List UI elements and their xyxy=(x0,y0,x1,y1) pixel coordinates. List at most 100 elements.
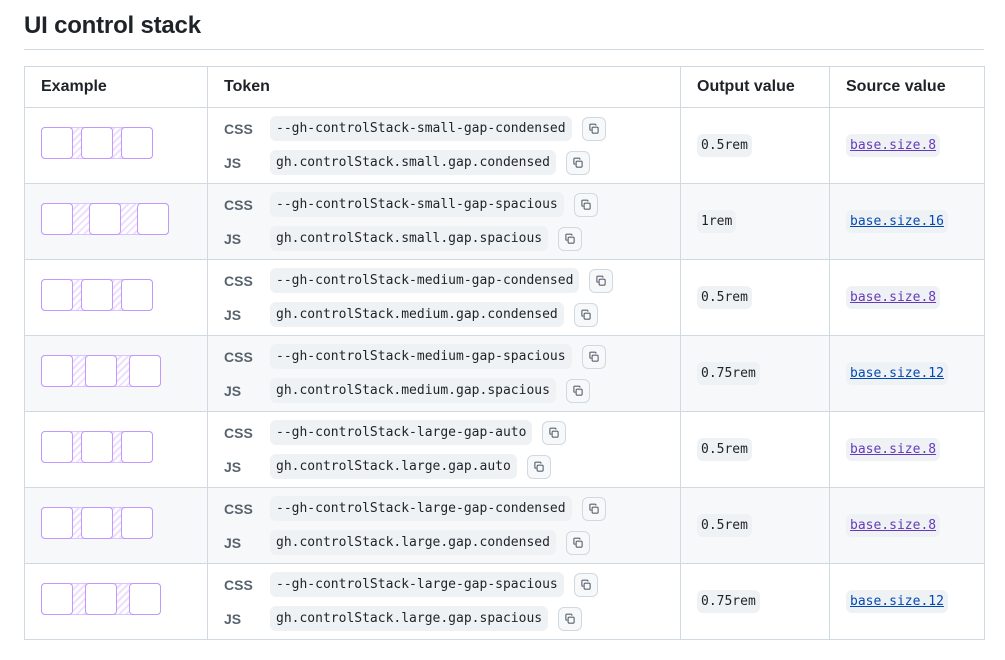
copy-css-button[interactable] xyxy=(589,268,614,293)
js-label: JS xyxy=(224,382,242,399)
source-value-link[interactable]: base.size.8 xyxy=(846,134,941,157)
js-token-name: gh.controlStack.small.gap.condensed xyxy=(270,150,556,175)
table-row: CSS --gh-controlStack-medium-gap-condens… xyxy=(24,259,985,336)
copy-js-button[interactable] xyxy=(565,378,590,403)
example-cell xyxy=(24,183,208,260)
copy-css-button[interactable] xyxy=(581,496,606,521)
copy-icon xyxy=(573,157,583,168)
css-token-name: --gh-controlStack-small-gap-spacious xyxy=(270,192,564,217)
source-value-link[interactable]: base.size.16 xyxy=(846,210,948,233)
output-value-cell: 0.5rem xyxy=(680,487,830,564)
table-row: CSS --gh-controlStack-small-gap-spacious… xyxy=(24,183,985,260)
output-value: 0.5rem xyxy=(697,514,752,537)
js-token-name: gh.controlStack.large.gap.auto xyxy=(270,454,517,479)
example-cell xyxy=(24,335,208,412)
copy-icon xyxy=(534,461,544,472)
js-token-line: JS gh.controlStack.small.gap.spacious xyxy=(224,222,664,256)
token-cell: CSS --gh-controlStack-medium-gap-spaciou… xyxy=(207,335,681,412)
source-value-link[interactable]: base.size.8 xyxy=(846,286,941,309)
css-token-line: CSS --gh-controlStack-large-gap-condense… xyxy=(224,492,664,526)
example-cell xyxy=(24,563,208,640)
source-value-link[interactable]: base.size.12 xyxy=(846,590,948,613)
table-row: CSS --gh-controlStack-medium-gap-spaciou… xyxy=(24,335,985,412)
css-token-line: CSS --gh-controlStack-small-gap-condense… xyxy=(224,112,664,146)
source-value-cell: base.size.12 xyxy=(829,563,985,640)
output-value-cell: 1rem xyxy=(680,183,830,260)
css-token-line: CSS --gh-controlStack-small-gap-spacious xyxy=(224,188,664,222)
title-divider xyxy=(24,49,984,50)
copy-js-button[interactable] xyxy=(558,606,583,631)
source-value-link[interactable]: base.size.8 xyxy=(846,514,941,537)
copy-icon xyxy=(573,385,583,396)
css-token-name: --gh-controlStack-large-gap-condensed xyxy=(270,496,572,521)
copy-css-button[interactable] xyxy=(573,572,598,597)
example-cell xyxy=(24,259,208,336)
css-token-name: --gh-controlStack-medium-gap-condensed xyxy=(270,268,580,293)
output-value-cell: 0.75rem xyxy=(680,335,830,412)
token-cell: CSS --gh-controlStack-large-gap-condense… xyxy=(207,487,681,564)
header-output-value: Output value xyxy=(680,66,830,108)
header-token: Token xyxy=(207,66,681,108)
css-token-name: --gh-controlStack-large-gap-spacious xyxy=(270,572,564,597)
css-token-name: --gh-controlStack-medium-gap-spacious xyxy=(270,344,572,369)
copy-js-button[interactable] xyxy=(565,150,590,175)
stack-item xyxy=(41,127,73,159)
js-token-name: gh.controlStack.small.gap.spacious xyxy=(270,226,549,251)
output-value-cell: 0.5rem xyxy=(680,107,830,184)
js-token-name: gh.controlStack.large.gap.spacious xyxy=(270,606,549,631)
table-row: CSS --gh-controlStack-large-gap-auto JS … xyxy=(24,411,985,488)
stack-item xyxy=(121,431,153,463)
copy-icon xyxy=(581,199,591,210)
token-cell: CSS --gh-controlStack-small-gap-spacious… xyxy=(207,183,681,260)
control-stack-example xyxy=(41,279,153,311)
source-value-cell: base.size.12 xyxy=(829,335,985,412)
css-label: CSS xyxy=(224,348,253,365)
stack-item xyxy=(41,431,73,463)
copy-icon xyxy=(581,579,591,590)
copy-js-button[interactable] xyxy=(526,454,551,479)
css-token-name: --gh-controlStack-large-gap-auto xyxy=(270,420,533,445)
source-value-cell: base.size.8 xyxy=(829,107,985,184)
js-token-line: JS gh.controlStack.small.gap.condensed xyxy=(224,146,664,180)
table-row: CSS --gh-controlStack-large-gap-spacious… xyxy=(24,563,985,640)
stack-item xyxy=(85,355,117,387)
token-cell: CSS --gh-controlStack-small-gap-condense… xyxy=(207,107,681,184)
control-stack-example xyxy=(41,203,169,235)
css-label: CSS xyxy=(224,120,253,137)
stack-item xyxy=(121,127,153,159)
stack-item xyxy=(41,203,73,235)
token-cell: CSS --gh-controlStack-large-gap-auto JS … xyxy=(207,411,681,488)
copy-css-button[interactable] xyxy=(573,192,598,217)
js-label: JS xyxy=(224,458,242,475)
copy-icon xyxy=(588,351,599,362)
copy-css-button[interactable] xyxy=(581,344,606,369)
copy-css-button[interactable] xyxy=(542,420,567,445)
output-value: 1rem xyxy=(697,210,737,233)
js-token-line: JS gh.controlStack.medium.gap.spacious xyxy=(224,374,664,408)
copy-icon xyxy=(573,537,583,548)
source-value-link[interactable]: base.size.12 xyxy=(846,362,948,385)
css-token-line: CSS --gh-controlStack-large-gap-spacious xyxy=(224,568,664,602)
js-token-name: gh.controlStack.medium.gap.spacious xyxy=(270,378,556,403)
css-label: CSS xyxy=(224,196,253,213)
token-table: Example Token Output value Source value … xyxy=(24,66,985,640)
control-stack-example xyxy=(41,431,153,463)
stack-item xyxy=(41,355,73,387)
copy-icon xyxy=(565,613,575,624)
copy-js-button[interactable] xyxy=(565,530,590,555)
output-value-cell: 0.5rem xyxy=(680,259,830,336)
js-token-line: JS gh.controlStack.large.gap.auto xyxy=(224,450,664,484)
source-value-cell: base.size.8 xyxy=(829,487,985,564)
source-value-link[interactable]: base.size.8 xyxy=(846,438,941,461)
copy-css-button[interactable] xyxy=(581,116,606,141)
page-title: UI control stack xyxy=(24,12,201,39)
copy-js-button[interactable] xyxy=(573,302,598,327)
output-value: 0.5rem xyxy=(697,286,752,309)
output-value: 0.5rem xyxy=(697,438,752,461)
css-label: CSS xyxy=(224,272,253,289)
source-value-cell: base.size.16 xyxy=(829,183,985,260)
copy-js-button[interactable] xyxy=(558,226,583,251)
js-label: JS xyxy=(224,306,242,323)
output-value-cell: 0.5rem xyxy=(680,411,830,488)
stack-item xyxy=(41,583,73,615)
